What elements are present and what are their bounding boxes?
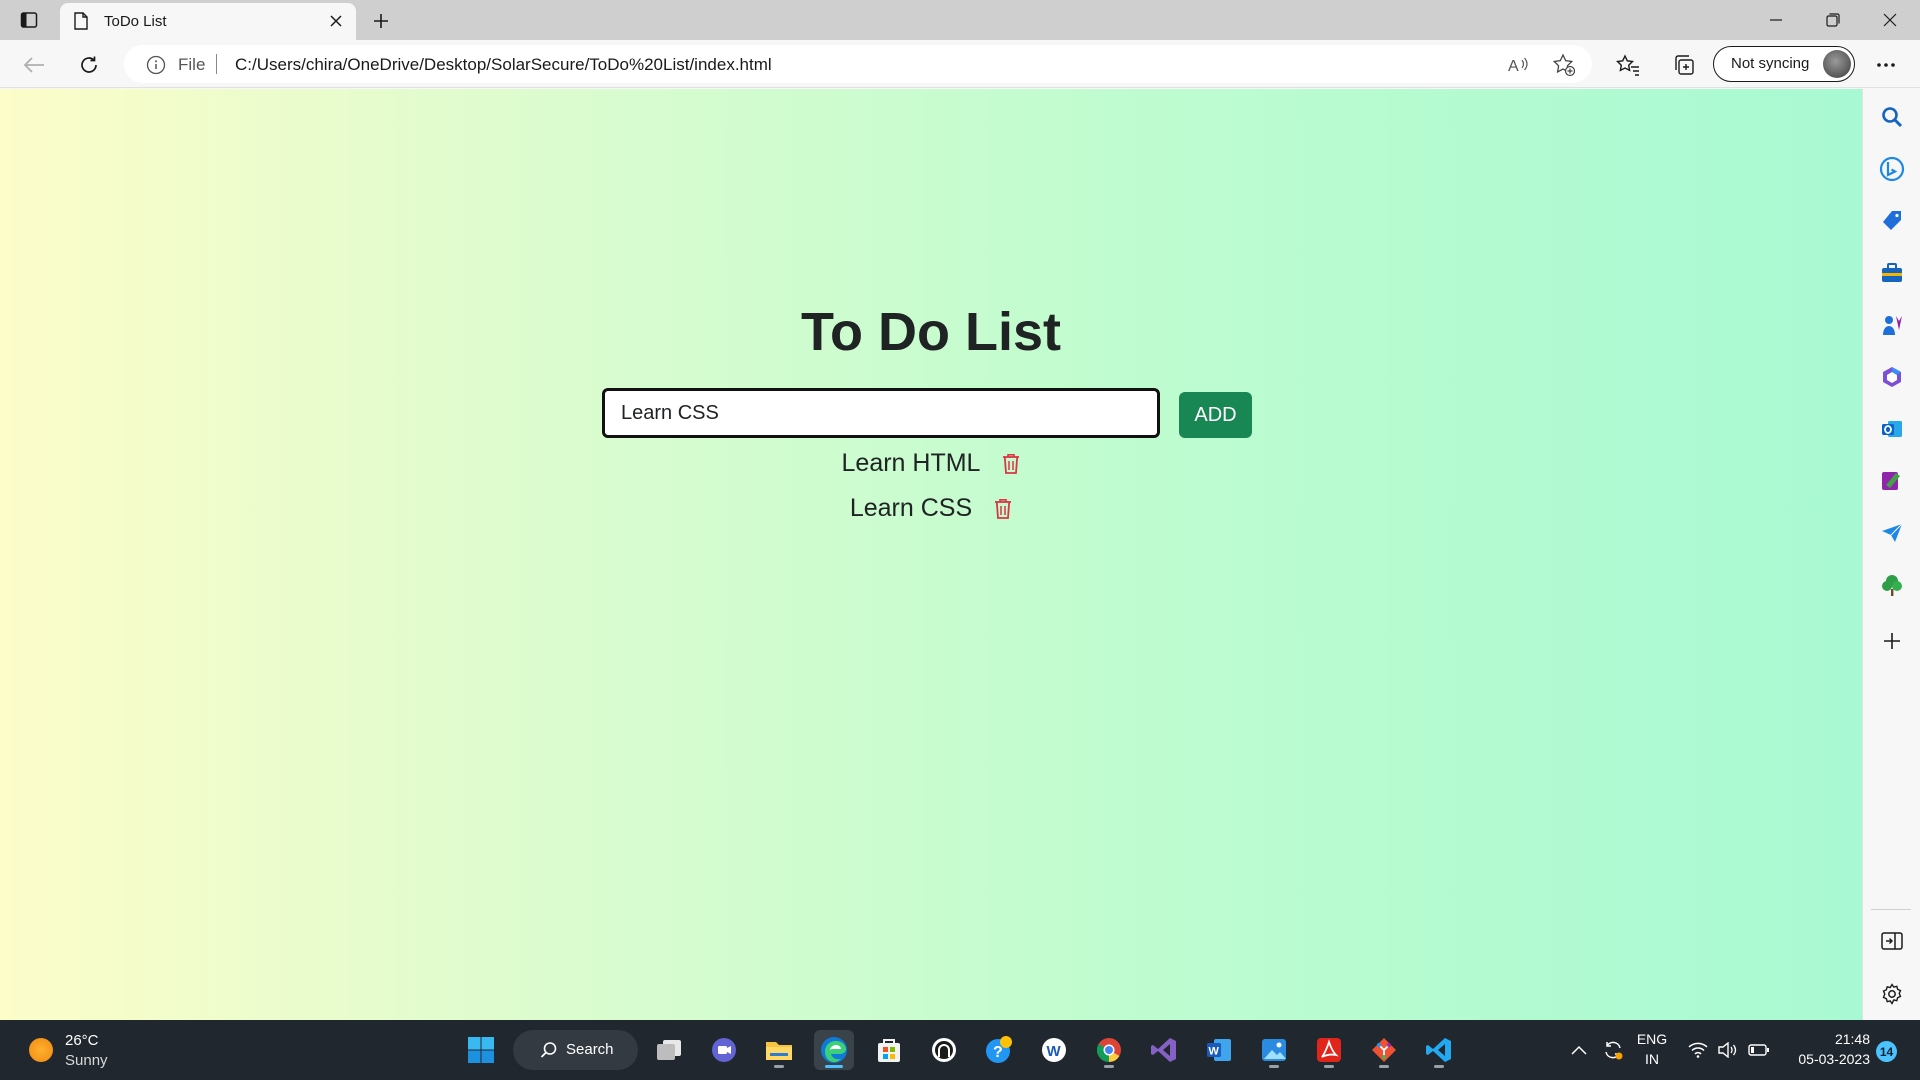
running-indicator: [1324, 1065, 1334, 1068]
running-indicator: [825, 1065, 843, 1068]
word-cloud-icon[interactable]: W: [1034, 1030, 1074, 1070]
notification-badge[interactable]: 14: [1876, 1041, 1897, 1062]
list-item: Learn HTML: [0, 441, 1862, 486]
microsoft-store-icon[interactable]: [869, 1030, 909, 1070]
github-desktop-icon[interactable]: [924, 1030, 964, 1070]
sync-icon[interactable]: [1598, 1030, 1628, 1070]
minimize-icon[interactable]: [1762, 8, 1790, 32]
favorites-icon[interactable]: [1613, 50, 1643, 80]
vscode-icon[interactable]: [1419, 1030, 1459, 1070]
title-bar: ToDo List: [0, 0, 1920, 40]
running-indicator: [1379, 1065, 1389, 1068]
browser-toolbar: File C:/Users/chira/OneDrive/Desktop/Sol…: [0, 40, 1920, 88]
task-view-icon[interactable]: [649, 1030, 689, 1070]
running-indicator: [774, 1065, 784, 1068]
tools-icon[interactable]: [1878, 259, 1906, 287]
url-text[interactable]: C:/Users/chira/OneDrive/Desktop/SolarSec…: [235, 55, 772, 75]
visual-studio-icon[interactable]: [1144, 1030, 1184, 1070]
add-button[interactable]: ADD: [1179, 392, 1252, 438]
sun-icon[interactable]: [29, 1038, 53, 1062]
volume-icon[interactable]: [1715, 1030, 1741, 1070]
battery-icon[interactable]: [1745, 1030, 1773, 1070]
outlook-icon[interactable]: [1878, 415, 1906, 443]
page-content: To Do List ADD Learn HTML Learn CSS: [0, 89, 1862, 1020]
running-indicator: [1104, 1065, 1114, 1068]
weather-description[interactable]: Sunny: [65, 1052, 108, 1069]
taskbar: 26°C Sunny Search ? W W ENG IN 21:48 05-…: [0, 1020, 1920, 1080]
microsoft-365-icon[interactable]: [1878, 363, 1906, 391]
start-button[interactable]: [461, 1030, 501, 1070]
trash-icon[interactable]: [994, 498, 1012, 520]
profile-label: Not syncing: [1731, 55, 1810, 72]
clock-date[interactable]: 05-03-2023: [1782, 1051, 1870, 1067]
read-aloud-icon[interactable]: A: [1506, 53, 1530, 77]
acrobat-icon[interactable]: [1309, 1030, 1349, 1070]
search-label: Search: [566, 1041, 614, 1058]
todo-text: Learn CSS: [849, 494, 973, 522]
page-title: To Do List: [801, 302, 1061, 362]
close-tab-icon[interactable]: [326, 11, 346, 31]
taskbar-search[interactable]: Search: [513, 1030, 638, 1070]
running-indicator: [1434, 1065, 1444, 1068]
restore-icon[interactable]: [1819, 8, 1847, 32]
site-info-icon[interactable]: [146, 55, 166, 80]
word-icon[interactable]: W: [1199, 1030, 1239, 1070]
search-icon: [540, 1041, 558, 1064]
bing-icon[interactable]: [1878, 155, 1906, 183]
todo-text: Learn HTML: [841, 449, 981, 477]
search-icon[interactable]: [1878, 103, 1906, 131]
edge-browser-icon[interactable]: [814, 1030, 854, 1070]
close-window-icon[interactable]: [1876, 8, 1904, 32]
games-icon[interactable]: [1878, 311, 1906, 339]
back-icon[interactable]: [19, 50, 49, 80]
sidebar-divider: [1871, 909, 1911, 910]
shopping-icon[interactable]: [1878, 207, 1906, 235]
svg-text:A: A: [1508, 58, 1519, 75]
more-options-icon[interactable]: [1871, 50, 1901, 80]
svg-text:?: ?: [993, 1044, 1003, 1061]
designer-icon[interactable]: [1878, 467, 1906, 495]
language-secondary[interactable]: IN: [1636, 1051, 1668, 1067]
split-screen-icon[interactable]: [1878, 927, 1906, 955]
chevron-up-icon[interactable]: [1565, 1030, 1593, 1070]
address-separator: [216, 54, 217, 74]
add-icon[interactable]: [1878, 627, 1906, 655]
weather-temperature[interactable]: 26°C: [65, 1032, 99, 1049]
svg-text:W: W: [1209, 1046, 1220, 1058]
help-app-icon[interactable]: ?: [979, 1030, 1019, 1070]
refresh-icon[interactable]: [74, 50, 104, 80]
tree-icon[interactable]: [1878, 571, 1906, 599]
browser-tab[interactable]: ToDo List: [60, 3, 356, 40]
avatar: [1823, 50, 1851, 78]
trash-icon[interactable]: [1002, 453, 1020, 475]
photos-icon[interactable]: [1254, 1030, 1294, 1070]
profile-button[interactable]: Not syncing: [1713, 46, 1855, 82]
todo-input[interactable]: [602, 388, 1160, 438]
running-indicator: [1269, 1065, 1279, 1068]
collections-icon[interactable]: [1669, 50, 1699, 80]
address-bar[interactable]: File C:/Users/chira/OneDrive/Desktop/Sol…: [124, 45, 1592, 83]
file-label: File: [178, 55, 206, 74]
language-primary[interactable]: ENG: [1636, 1031, 1668, 1047]
add-favorite-icon[interactable]: [1552, 53, 1576, 77]
teams-chat-icon[interactable]: [704, 1030, 744, 1070]
file-explorer-icon[interactable]: [759, 1030, 799, 1070]
tab-title: ToDo List: [104, 13, 167, 30]
chrome-icon[interactable]: [1089, 1030, 1129, 1070]
send-icon[interactable]: [1878, 519, 1906, 547]
git-tool-icon[interactable]: [1364, 1030, 1404, 1070]
clock-time[interactable]: 21:48: [1782, 1031, 1870, 1047]
tab-actions-icon[interactable]: [18, 9, 40, 31]
page-icon: [74, 12, 88, 35]
list-item: Learn CSS: [0, 486, 1862, 531]
svg-text:W: W: [1047, 1043, 1062, 1060]
edge-sidebar: [1862, 89, 1920, 1020]
wifi-icon[interactable]: [1685, 1030, 1711, 1070]
settings-icon[interactable]: [1878, 980, 1906, 1008]
todo-list: Learn HTML Learn CSS: [0, 441, 1862, 531]
new-tab-icon[interactable]: [368, 8, 394, 34]
